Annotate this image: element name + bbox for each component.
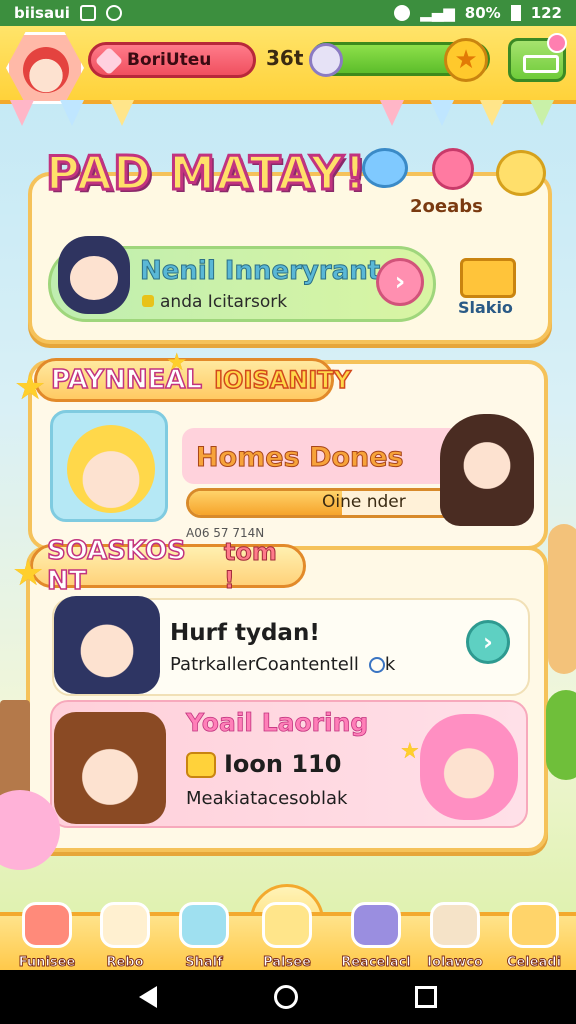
home-circle-icon[interactable] bbox=[273, 985, 298, 1009]
tree-decoration bbox=[546, 690, 576, 780]
nav-item-palsee[interactable]: Palsee bbox=[250, 902, 324, 974]
flag-decoration bbox=[60, 100, 84, 126]
reward-value: Ioon 110 bbox=[224, 750, 342, 778]
recent-apps-icon[interactable] bbox=[415, 986, 438, 1008]
star-icon: ★ bbox=[14, 367, 47, 408]
gem-icon bbox=[94, 46, 124, 76]
character-cat-brown bbox=[54, 712, 166, 824]
clock-label: 122 bbox=[530, 4, 562, 22]
pink-mascot-icon[interactable] bbox=[432, 148, 474, 190]
reward-subtitle: Meakiatacesoblak bbox=[186, 788, 348, 809]
signal-icon: ▂▄▆ bbox=[420, 4, 455, 22]
chevron-right-icon: › bbox=[483, 628, 493, 656]
badges-label: 2oeabs bbox=[410, 196, 483, 217]
nav-label: Funisee bbox=[18, 955, 76, 971]
flag-decoration bbox=[530, 100, 554, 126]
top-header: BoriUteu 36t ★ bbox=[0, 26, 576, 104]
side-characters-decoration bbox=[548, 524, 576, 674]
home-icon bbox=[262, 902, 312, 948]
blue-mascot-icon[interactable] bbox=[362, 148, 408, 188]
game-title: PAD MATAY! bbox=[44, 145, 367, 202]
flag-decoration bbox=[110, 100, 134, 126]
battery-label: 80% bbox=[464, 4, 501, 22]
clock-icon bbox=[368, 657, 385, 673]
nav-item-reacelacl[interactable]: Reacelacl bbox=[336, 902, 416, 974]
status-bar: biisaui ▂▄▆ 80% 122 bbox=[0, 0, 576, 26]
shop-label: Slakio bbox=[458, 298, 513, 317]
player-name-pill[interactable]: BoriUteu bbox=[88, 42, 256, 78]
crate-icon bbox=[460, 258, 516, 298]
back-icon[interactable] bbox=[138, 986, 157, 1008]
task-time: k bbox=[384, 654, 396, 675]
flag-decoration bbox=[480, 100, 504, 126]
home-dones-title: Homes Dones bbox=[196, 442, 405, 474]
nav-label: Shalf bbox=[185, 955, 223, 971]
progress-fill bbox=[189, 491, 342, 515]
quest-character-avatar bbox=[58, 236, 130, 314]
nav-label: Reacelacl bbox=[341, 955, 411, 971]
star-icon: ★ bbox=[400, 739, 420, 764]
location-icon bbox=[394, 5, 411, 21]
character-cat-wink bbox=[54, 596, 160, 694]
nav-item-shalf[interactable]: Shalf bbox=[168, 902, 240, 974]
quest-subtitle: anda Icitarsork bbox=[142, 292, 287, 312]
quest-subtitle-text: anda Icitarsork bbox=[160, 292, 288, 312]
star-icon: ★ bbox=[454, 45, 478, 75]
flower-icon bbox=[547, 33, 567, 53]
star-icon: ★ bbox=[12, 553, 45, 594]
chevron-right-icon: › bbox=[394, 267, 406, 297]
ribbon-subtitle: tom ! bbox=[223, 538, 277, 595]
shelf-icon bbox=[179, 902, 229, 948]
nav-item-funisee[interactable]: Funisee bbox=[10, 902, 84, 974]
task-subtitle: PatrkallerCoantentell k bbox=[170, 654, 395, 675]
task-go-button[interactable]: › bbox=[466, 620, 510, 664]
nav-label: Iolawco bbox=[427, 955, 484, 971]
nav-label: Rebo bbox=[106, 955, 144, 971]
ribbon-title: SOASKOS NT bbox=[46, 535, 186, 597]
friend-icon bbox=[351, 902, 401, 948]
player-name: BoriUteu bbox=[127, 50, 212, 70]
ribbon-subtitle: IOISANITY bbox=[213, 365, 351, 395]
nav-item-rebo[interactable]: Rebo bbox=[90, 902, 160, 974]
nav-item-celeadi[interactable]: Celeadi bbox=[496, 902, 572, 974]
gift-button[interactable] bbox=[508, 33, 567, 82]
task-title: Hurf tydan! bbox=[170, 620, 320, 646]
nav-item-iolawco[interactable]: Iolawco bbox=[418, 902, 492, 974]
quest-go-button[interactable]: › bbox=[376, 258, 424, 306]
bottom-nav: Funisee Rebo Shalf Palsee Reacelacl Iola… bbox=[0, 902, 576, 970]
progress-label: Oine nder bbox=[322, 492, 406, 512]
character-icon bbox=[22, 902, 72, 948]
notification-icon bbox=[79, 5, 96, 21]
coin-icon bbox=[186, 752, 216, 778]
quest-title: Nenil Inneryrant bbox=[139, 256, 381, 287]
settings-icon bbox=[105, 5, 122, 21]
task-subtitle-text: PatrkallerCoantentell bbox=[170, 654, 359, 675]
coin-icon bbox=[142, 295, 154, 307]
nav-label: Palsee bbox=[263, 955, 312, 971]
cake-icon bbox=[509, 902, 559, 948]
level-label: 36t bbox=[266, 46, 304, 70]
character-brown-hair-girl bbox=[440, 414, 534, 526]
cookie-icon bbox=[430, 902, 480, 948]
star-button[interactable]: ★ bbox=[444, 38, 488, 82]
system-nav-bar bbox=[0, 970, 576, 1024]
character-card-blonde[interactable] bbox=[50, 410, 168, 522]
player-avatar[interactable] bbox=[6, 32, 84, 104]
tasks-ribbon: SOASKOS NT tom ! bbox=[30, 535, 306, 597]
character-face bbox=[67, 425, 155, 513]
pet-icon bbox=[100, 902, 150, 948]
xp-orb-icon bbox=[309, 43, 343, 77]
flag-decoration bbox=[380, 100, 404, 126]
battery-icon bbox=[510, 5, 521, 21]
star-icon: ★ bbox=[166, 348, 188, 376]
yellow-mascot-icon[interactable] bbox=[496, 150, 546, 196]
carrier-label: biisaui bbox=[14, 4, 70, 22]
nav-label: Celeadi bbox=[506, 955, 562, 971]
bunting-decoration bbox=[0, 100, 576, 140]
flag-decoration bbox=[430, 100, 454, 126]
reward-title: Yoail Laoring bbox=[186, 708, 369, 738]
flag-decoration bbox=[10, 100, 34, 126]
